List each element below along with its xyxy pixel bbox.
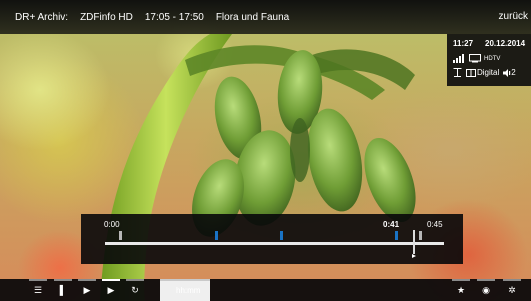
- date: 20.12.2014: [485, 39, 526, 48]
- signal-bars-icon: [453, 54, 464, 63]
- timeline-panel: 0:00 0:41 0:45: [81, 214, 463, 264]
- timeline-end: 0:45: [427, 220, 443, 229]
- bookmark-icon: ▌: [59, 284, 67, 295]
- timeline-marker-blue[interactable]: [215, 231, 219, 240]
- settings-icon: ✲: [508, 284, 516, 295]
- time-range: 17:05 - 17:50: [144, 11, 204, 23]
- bookmark-button[interactable]: ▌: [54, 279, 72, 301]
- list-button[interactable]: ☰: [29, 279, 47, 301]
- screen-icon: [469, 54, 481, 63]
- bottom-toolbar: ☰ ▌ ▶ ▶ ↻ hh:mm ★ ◉ ✲: [0, 279, 531, 301]
- favorite-button[interactable]: ★: [452, 279, 470, 301]
- timeline-marker-gray[interactable]: [118, 231, 122, 240]
- timeline-start: 0:00: [104, 220, 120, 229]
- timeline-current: 0:41: [383, 220, 400, 229]
- program-title: Flora und Fauna: [215, 11, 290, 23]
- chapter-jump-icon: ▶: [107, 284, 115, 295]
- source-label: DR+ Archiv:: [15, 11, 69, 23]
- timeline-marker-gray[interactable]: [418, 231, 422, 240]
- back-button[interactable]: zurück: [499, 11, 528, 22]
- audio-channel: 2: [511, 68, 516, 77]
- chapter-jump-button[interactable]: ▶: [102, 279, 120, 301]
- favorite-icon: ★: [456, 284, 466, 295]
- signal-label: Digital: [477, 68, 500, 77]
- quality-tag: HDTV: [484, 55, 501, 62]
- play-indicator-icon: [411, 254, 416, 258]
- dolby-icon: [466, 68, 476, 77]
- timeline-track[interactable]: [105, 242, 444, 245]
- info-button[interactable]: ◉: [477, 279, 495, 301]
- timeline-marker-blue[interactable]: [395, 231, 399, 240]
- repeat-icon: ↻: [131, 284, 139, 295]
- list-icon: ☰: [33, 284, 43, 295]
- chapter-forward-icon: ▶: [83, 284, 91, 295]
- clock: 11:27: [453, 39, 474, 48]
- time-jump-input[interactable]: hh:mm: [160, 279, 210, 301]
- top-bar: DR+ Archiv: ZDFinfo HD 17:05 - 17:50 Flo…: [0, 0, 531, 34]
- chapter-forward-button[interactable]: ▶: [78, 279, 96, 301]
- playhead[interactable]: [412, 230, 415, 254]
- speaker-icon: [503, 68, 511, 77]
- status-panel: 11:27 20.12.2014 HDTV Digital 2: [447, 34, 531, 86]
- time-jump-placeholder: hh:mm: [176, 285, 201, 295]
- timeline-marker-blue[interactable]: [279, 231, 283, 240]
- channel-name: ZDFinfo HD: [80, 11, 133, 23]
- antenna-icon: [453, 68, 462, 77]
- repeat-button[interactable]: ↻: [126, 279, 144, 301]
- info-icon: ◉: [482, 284, 490, 295]
- settings-button[interactable]: ✲: [503, 279, 521, 301]
